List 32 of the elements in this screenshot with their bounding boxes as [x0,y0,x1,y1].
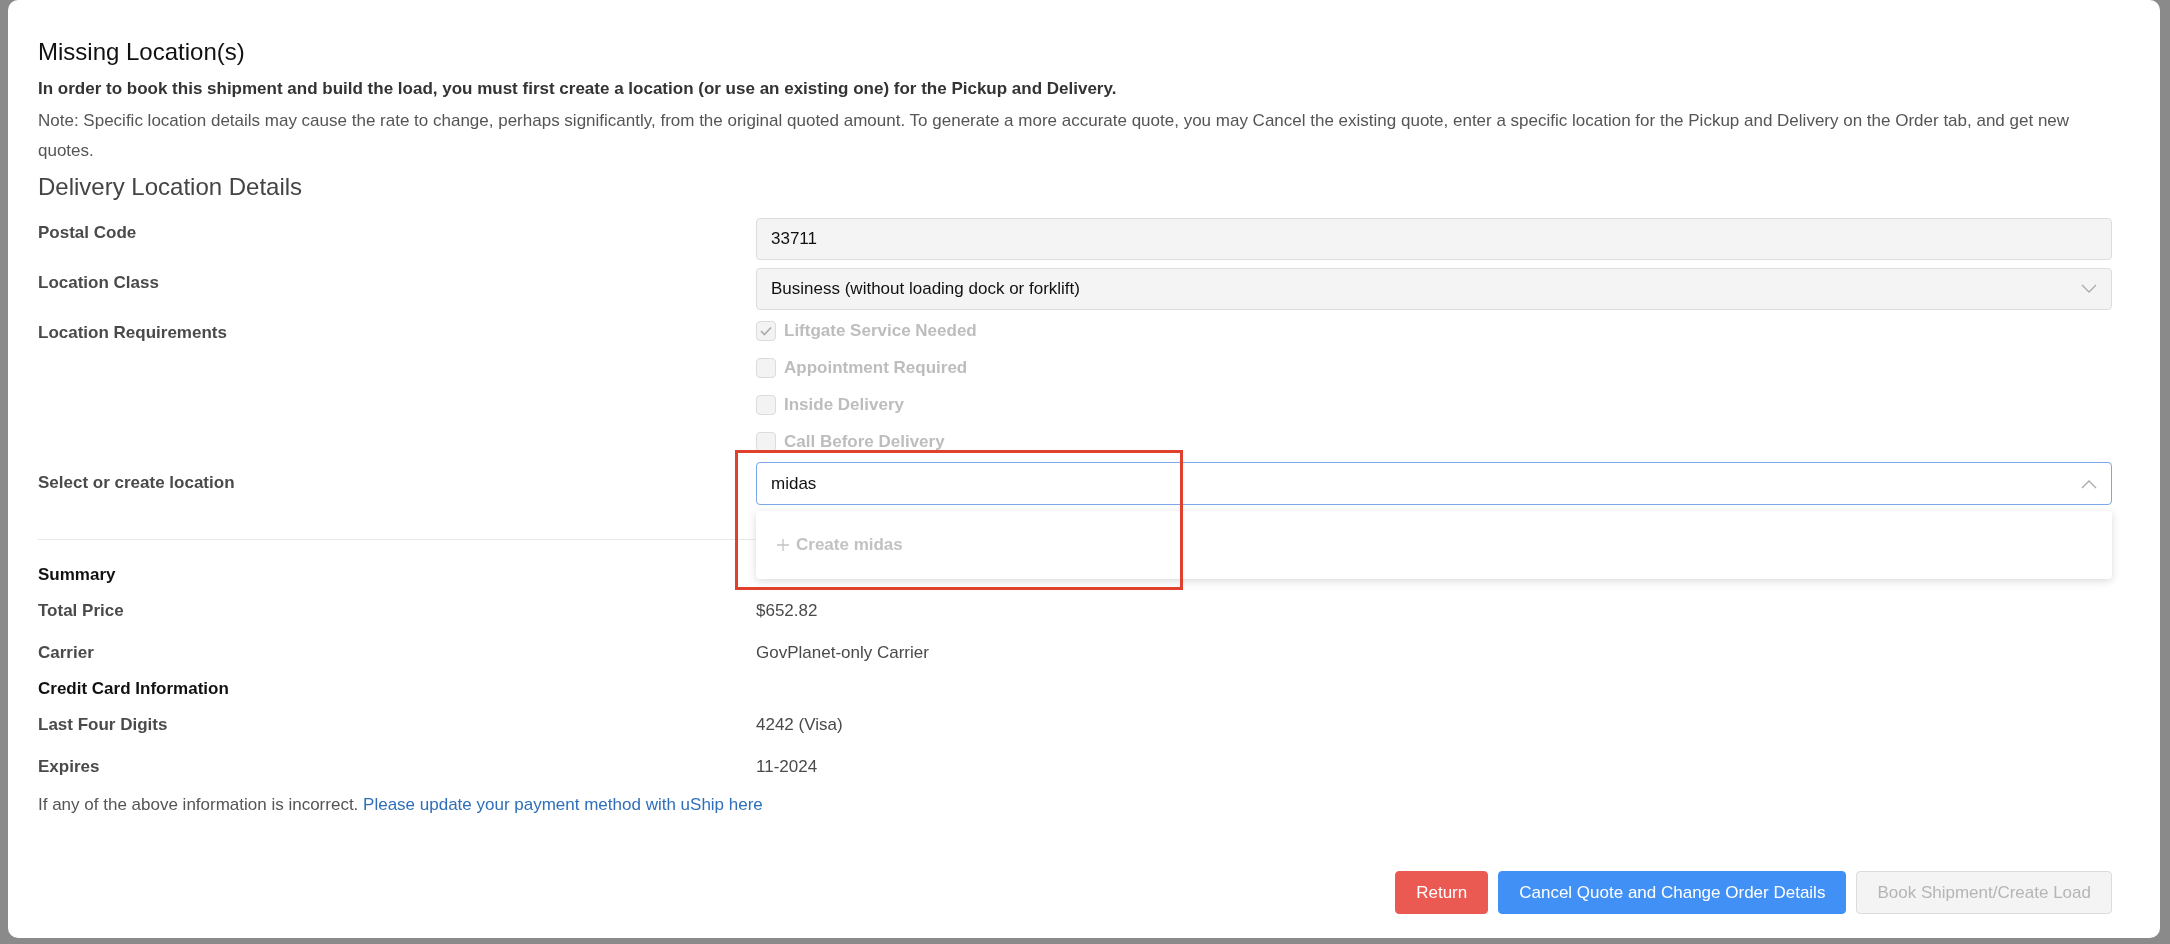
location-class-select[interactable]: Business (without loading dock or forklift) [756,268,2112,310]
field-label: Total Price [38,600,125,623]
dialog-title: Missing Location(s) [38,37,246,67]
update-payment-link[interactable]: Please update your payment method with uShip here [363,795,763,814]
location-combobox[interactable]: midas [756,462,2112,505]
postal-code-field[interactable]: 33711 [756,218,2112,260]
dialog-button[interactable]: Return [1395,871,1489,914]
checkbox-label: Appointment Required [784,356,968,379]
field-label: Carrier [38,642,95,665]
chevron-up-icon [2081,478,2097,489]
field-label: Location Class [38,272,160,294]
checkbox-label: Call Before Delivery [784,430,945,453]
chevron-down-icon [2081,284,2097,294]
payment-note: If any of the above information is incorrect. Please update your payment method with uShip here [38,794,764,816]
checkbox-label: Inside Delivery [784,393,904,416]
field-value: 4242 (Visa) [756,714,843,737]
field-label: Select or create location [38,472,236,494]
note-text: Note: Specific location details may cause the rate to change, perhaps significantly, from the original quoted amount. To generate a more accurate quote, you may Cancel the existing quote, enter a specific location for the Pickup and Delivery on the Order tab, and get new quotes. [38,110,2071,162]
section-heading: Delivery Location Details [38,172,304,202]
field-label: Last Four Digits [38,714,169,737]
field-label: Postal Code [38,222,138,244]
section-heading: Summary [38,564,116,586]
checkbox-label: Liftgate Service Needed [784,319,977,342]
field-value: GovPlanet-only Carrier [756,642,929,665]
field-label: Location Requirements [38,322,228,344]
intro-text: In order to book this shipment and build the load, you must first create a location (or use an existing one) for the Pickup and Delivery. [38,78,1118,100]
field-value: $652.82 [756,600,818,623]
field-value: 11-2024 [756,756,818,779]
field-label: Expires [38,756,101,779]
dialog-button[interactable]: Cancel Quote and Change Order Details [1498,871,1847,914]
plus-icon [776,538,790,552]
section-heading: Credit Card Information [38,678,230,701]
